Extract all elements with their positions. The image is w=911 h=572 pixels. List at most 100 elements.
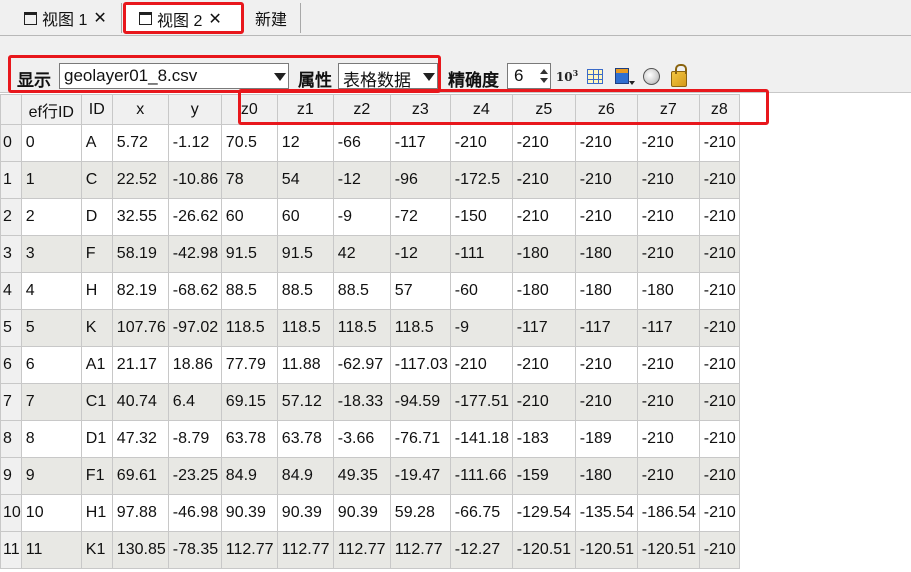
table-cell[interactable]: -210: [511, 161, 576, 199]
table-cell[interactable]: -12: [389, 235, 451, 273]
table-cell[interactable]: 22.52: [111, 161, 169, 199]
table-cell[interactable]: 5.72: [111, 124, 169, 162]
table-cell[interactable]: 118.5: [332, 309, 391, 347]
table-cell[interactable]: 5: [20, 309, 82, 347]
table-cell[interactable]: 6: [20, 346, 82, 384]
table-cell[interactable]: -66.75: [449, 494, 513, 532]
table-cell[interactable]: -97.02: [167, 309, 222, 347]
table-cell[interactable]: 11: [20, 531, 82, 569]
row-header[interactable]: 3: [0, 235, 22, 273]
table-cell[interactable]: -189: [574, 420, 638, 458]
table-cell[interactable]: C1: [80, 383, 113, 421]
column-header[interactable]: z5: [511, 94, 576, 125]
spin-down-icon[interactable]: [540, 78, 548, 83]
table-cell[interactable]: A1: [80, 346, 113, 384]
table-cell[interactable]: 91.5: [276, 235, 334, 273]
table-cell[interactable]: 118.5: [220, 309, 278, 347]
table-cell[interactable]: 84.9: [276, 457, 334, 495]
table-cell[interactable]: -210: [698, 494, 740, 532]
table-cell[interactable]: -210: [636, 161, 700, 199]
column-header[interactable]: z0: [220, 94, 278, 125]
column-header[interactable]: ef行ID: [20, 94, 82, 125]
table-cell[interactable]: -186.54: [636, 494, 700, 532]
table-cell[interactable]: -210: [511, 346, 576, 384]
table-cell[interactable]: -135.54: [574, 494, 638, 532]
table-cell[interactable]: 42: [332, 235, 391, 273]
table-cell[interactable]: -111.66: [449, 457, 513, 495]
table-cell[interactable]: 91.5: [220, 235, 278, 273]
column-header[interactable]: z8: [698, 94, 740, 125]
table-cell[interactable]: 60: [276, 198, 334, 236]
table-cell[interactable]: -150: [449, 198, 513, 236]
table-cell[interactable]: H: [80, 272, 113, 310]
table-cell[interactable]: -9: [332, 198, 391, 236]
table-cell[interactable]: 2: [20, 198, 82, 236]
table-cell[interactable]: 58.19: [111, 235, 169, 273]
grid-button[interactable]: [584, 64, 606, 88]
table-cell[interactable]: -46.98: [167, 494, 222, 532]
sphere-button[interactable]: [640, 64, 662, 88]
table-cell[interactable]: -111: [449, 235, 513, 273]
tab-view-2[interactable]: 视图 2 ✕: [124, 3, 242, 33]
table-cell[interactable]: -210: [698, 161, 740, 199]
table-cell[interactable]: D1: [80, 420, 113, 458]
table-cell[interactable]: 57.12: [276, 383, 334, 421]
table-cell[interactable]: -210: [698, 198, 740, 236]
table-cell[interactable]: K: [80, 309, 113, 347]
table-cell[interactable]: D: [80, 198, 113, 236]
table-cell[interactable]: -177.51: [449, 383, 513, 421]
table-cell[interactable]: 90.39: [220, 494, 278, 532]
table-cell[interactable]: -210: [698, 309, 740, 347]
table-cell[interactable]: -210: [636, 235, 700, 273]
table-cell[interactable]: 78: [220, 161, 278, 199]
property-select[interactable]: 表格数据: [338, 63, 438, 89]
table-cell[interactable]: -78.35: [167, 531, 222, 569]
table-cell[interactable]: -180: [574, 235, 638, 273]
table-cell[interactable]: 112.77: [220, 531, 278, 569]
table-cell[interactable]: -180: [511, 235, 576, 273]
table-cell[interactable]: -210: [698, 531, 740, 569]
column-header[interactable]: x: [111, 94, 169, 125]
table-cell[interactable]: 3: [20, 235, 82, 273]
table-cell[interactable]: 18.86: [167, 346, 222, 384]
file-select[interactable]: geolayer01_8.csv: [59, 63, 289, 89]
table-cell[interactable]: 118.5: [389, 309, 451, 347]
table-cell[interactable]: -66: [332, 124, 391, 162]
column-header[interactable]: z3: [389, 94, 451, 125]
column-header[interactable]: z1: [276, 94, 334, 125]
table-cell[interactable]: 112.77: [389, 531, 451, 569]
table-cell[interactable]: -141.18: [449, 420, 513, 458]
table-cell[interactable]: -60: [449, 272, 513, 310]
precision-spinner[interactable]: 6: [507, 63, 551, 89]
spin-up-icon[interactable]: [540, 69, 548, 74]
table-cell[interactable]: -210: [698, 420, 740, 458]
table-cell[interactable]: 118.5: [276, 309, 334, 347]
table-cell[interactable]: -129.54: [511, 494, 576, 532]
table-cell[interactable]: 21.17: [111, 346, 169, 384]
table-cell[interactable]: -62.97: [332, 346, 391, 384]
table-cell[interactable]: -210: [449, 124, 513, 162]
row-header[interactable]: 4: [0, 272, 22, 310]
table-cell[interactable]: -159: [511, 457, 576, 495]
table-cell[interactable]: -210: [698, 346, 740, 384]
table-cell[interactable]: 77.79: [220, 346, 278, 384]
table-cell[interactable]: 88.5: [220, 272, 278, 310]
close-icon[interactable]: ✕: [93, 8, 106, 28]
table-cell[interactable]: -210: [574, 346, 638, 384]
table-cell[interactable]: K1: [80, 531, 113, 569]
table-cell[interactable]: 9: [20, 457, 82, 495]
table-cell[interactable]: 84.9: [220, 457, 278, 495]
table-cell[interactable]: 63.78: [276, 420, 334, 458]
table-cell[interactable]: -180: [511, 272, 576, 310]
table-cell[interactable]: -180: [574, 272, 638, 310]
table-cell[interactable]: -210: [574, 383, 638, 421]
table-cell[interactable]: -210: [636, 198, 700, 236]
table-cell[interactable]: 0: [20, 124, 82, 162]
table-cell[interactable]: 4: [20, 272, 82, 310]
table-cell[interactable]: -96: [389, 161, 451, 199]
table-cell[interactable]: -94.59: [389, 383, 451, 421]
row-header[interactable]: 9: [0, 457, 22, 495]
table-cell[interactable]: -210: [698, 124, 740, 162]
table-cell[interactable]: -3.66: [332, 420, 391, 458]
table-cell[interactable]: -23.25: [167, 457, 222, 495]
